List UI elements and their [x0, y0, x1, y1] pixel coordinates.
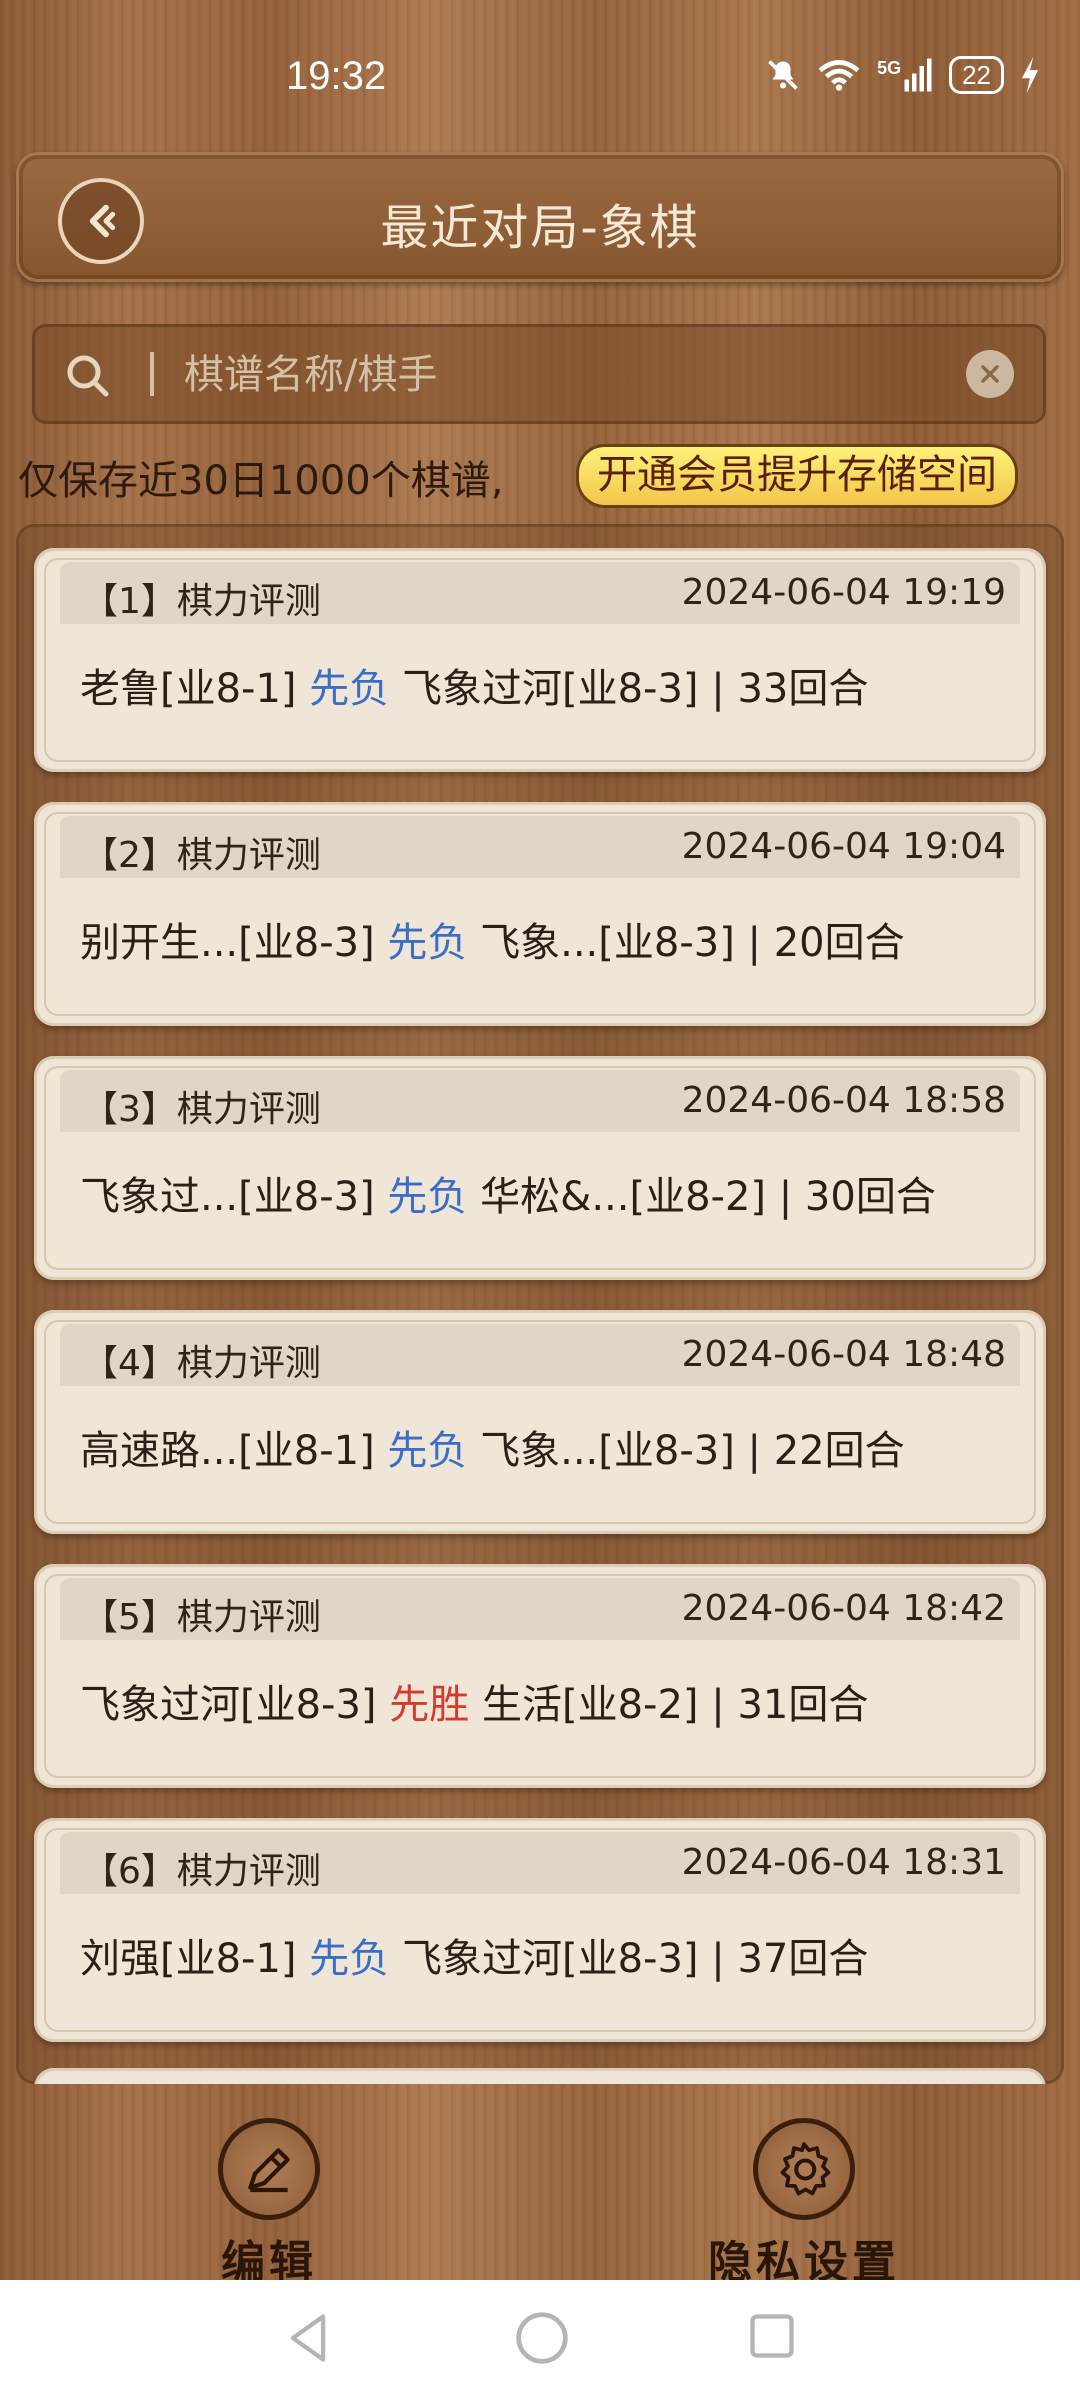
pen-icon	[248, 2148, 290, 2193]
game-result: 先负	[309, 666, 390, 712]
card-header: 【6】棋力评测 2024-06-04 18:31	[60, 1832, 1020, 1894]
move-count: | 37回合	[711, 1936, 869, 1982]
wifi-icon	[817, 57, 861, 93]
card-header: 【2】棋力评测 2024-06-04 19:04	[60, 816, 1020, 878]
game-result: 先负	[387, 920, 468, 966]
game-card[interactable]: 【1】棋力评测 2024-06-04 19:19 老鲁[业8-1] 先负 飞象过…	[34, 548, 1046, 772]
battery-icon: 22	[949, 56, 1004, 94]
player-black: 华松&...[业8-2]	[480, 1174, 767, 1220]
close-icon	[981, 365, 999, 383]
player-black: 飞象...[业8-3]	[480, 1428, 735, 1474]
card-header: 【1】棋力评测 2024-06-04 19:19	[60, 562, 1020, 624]
move-count: | 22回合	[747, 1428, 905, 1474]
card-summary: 飞象过...[业8-3] 先负 华松&...[业8-2] | 30回合	[80, 1164, 936, 1222]
game-result: 先负	[387, 1174, 468, 1220]
card-time: 2024-06-04 18:42	[681, 1588, 1006, 1629]
privacy-settings-button[interactable]: 隐私设置	[708, 2118, 900, 2290]
game-card[interactable]: 【5】棋力评测 2024-06-04 18:42 飞象过河[业8-3] 先胜 生…	[34, 1564, 1046, 1788]
card-mode: 【1】棋力评测	[82, 581, 321, 622]
card-summary: 飞象过河[业8-3] 先胜 生活[业8-2] | 31回合	[80, 1672, 868, 1730]
game-card-partial[interactable]	[34, 2068, 1046, 2084]
player-red: 飞象过河[业8-3]	[80, 1682, 377, 1728]
page-title: 最近对局-象棋	[380, 200, 700, 256]
nav-home-button[interactable]	[514, 2310, 570, 2370]
settings-icon-circle	[753, 2118, 855, 2220]
player-red: 老鲁[业8-1]	[80, 666, 297, 712]
move-count: | 20回合	[747, 920, 905, 966]
card-mode: 【4】棋力评测	[82, 1343, 321, 1384]
gear-icon	[780, 2142, 831, 2196]
player-red: 刘强[业8-1]	[80, 1936, 297, 1982]
game-result: 先负	[309, 1936, 390, 1982]
player-red: 飞象过...[业8-3]	[80, 1174, 375, 1220]
card-header: 【4】棋力评测 2024-06-04 18:48	[60, 1324, 1020, 1386]
game-card[interactable]: 【4】棋力评测 2024-06-04 18:48 高速路...[业8-1] 先负…	[34, 1310, 1046, 1534]
game-card[interactable]: 【3】棋力评测 2024-06-04 18:58 飞象过...[业8-3] 先负…	[34, 1056, 1046, 1280]
square-recents-icon	[750, 2314, 794, 2358]
clear-button[interactable]	[966, 350, 1014, 398]
status-time: 19:32	[286, 54, 387, 98]
card-summary: 高速路...[业8-1] 先负 飞象...[业8-3] | 22回合	[80, 1418, 905, 1476]
card-summary: 别开生...[业8-3] 先负 飞象...[业8-3] | 20回合	[80, 910, 905, 968]
triangle-back-icon	[290, 2314, 326, 2362]
card-time: 2024-06-04 18:58	[681, 1080, 1006, 1121]
search-bar	[32, 324, 1046, 424]
search-icon	[64, 352, 112, 404]
nav-recents-button[interactable]	[746, 2310, 798, 2366]
player-black: 飞象...[业8-3]	[480, 920, 735, 966]
card-header: 【3】棋力评测 2024-06-04 18:58	[60, 1070, 1020, 1132]
network-label: 5G	[877, 58, 902, 78]
charging-icon	[1020, 57, 1040, 93]
nav-back-button[interactable]	[282, 2310, 334, 2370]
signal-icon: 5G	[877, 58, 933, 92]
storage-notice: 仅保存近30日1000个棋谱,	[18, 458, 504, 504]
system-nav-bar	[0, 2280, 1080, 2400]
game-card[interactable]: 【6】棋力评测 2024-06-04 18:31 刘强[业8-1] 先负 飞象过…	[34, 1818, 1046, 2042]
header-bar: 最近对局-象棋	[16, 152, 1064, 282]
game-result: 先胜	[389, 1682, 470, 1728]
card-mode: 【5】棋力评测	[82, 1597, 321, 1638]
move-count: | 30回合	[778, 1174, 936, 1220]
game-list: 【1】棋力评测 2024-06-04 19:19 老鲁[业8-1] 先负 飞象过…	[16, 524, 1064, 2084]
card-mode: 【3】棋力评测	[82, 1089, 321, 1130]
card-mode: 【6】棋力评测	[82, 1851, 321, 1892]
card-summary: 刘强[业8-1] 先负 飞象过河[业8-3] | 37回合	[80, 1926, 868, 1984]
search-divider	[150, 352, 154, 396]
player-red: 高速路...[业8-1]	[80, 1428, 375, 1474]
circle-home-icon	[516, 2312, 568, 2364]
player-black: 飞象过河[业8-3]	[401, 666, 699, 712]
move-count: | 31回合	[711, 1682, 869, 1728]
status-icons: 5G 22	[765, 56, 1040, 94]
game-card[interactable]: 【2】棋力评测 2024-06-04 19:04 别开生...[业8-3] 先负…	[34, 802, 1046, 1026]
status-bar: 19:32 5G 22	[0, 0, 1080, 150]
vip-upgrade-button[interactable]: 开通会员提升存储空间	[576, 444, 1018, 508]
card-time: 2024-06-04 18:31	[681, 1842, 1006, 1883]
card-mode: 【2】棋力评测	[82, 835, 321, 876]
card-summary: 老鲁[业8-1] 先负 飞象过河[业8-3] | 33回合	[80, 656, 868, 714]
player-black: 飞象过河[业8-3]	[401, 1936, 699, 1982]
search-input[interactable]	[182, 344, 966, 406]
edit-button[interactable]: 编辑	[218, 2118, 320, 2290]
card-header: 【5】棋力评测 2024-06-04 18:42	[60, 1578, 1020, 1640]
game-result: 先负	[387, 1428, 468, 1474]
mute-bell-icon	[765, 57, 801, 93]
move-count: | 33回合	[711, 666, 869, 712]
card-time: 2024-06-04 18:48	[681, 1334, 1006, 1375]
card-time: 2024-06-04 19:19	[681, 572, 1006, 613]
edit-icon-circle	[218, 2118, 320, 2220]
player-black: 生活[业8-2]	[481, 1682, 699, 1728]
player-red: 别开生...[业8-3]	[80, 920, 375, 966]
card-time: 2024-06-04 19:04	[681, 826, 1006, 867]
